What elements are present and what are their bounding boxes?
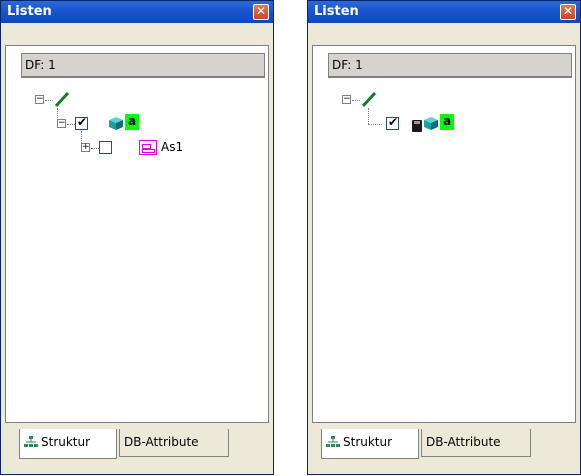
- df-divider: [328, 77, 572, 78]
- node-label-as1[interactable]: As1: [161, 140, 183, 154]
- expand-grandchild-button[interactable]: +: [81, 143, 90, 152]
- green-line-icon: [54, 91, 70, 108]
- tree-structure-icon: [326, 436, 340, 447]
- tree-structure-icon: [24, 436, 38, 447]
- tab-struktur-label: Struktur: [41, 435, 91, 449]
- tree-line: [67, 124, 75, 125]
- tab-db-attribute[interactable]: DB-Attribute: [421, 429, 531, 457]
- close-icon[interactable]: ✕: [253, 4, 269, 20]
- collapse-child-button[interactable]: −: [57, 119, 66, 128]
- listen-panel-right: Listen ✕ DF: 1 − ✔ a Struktur DB-Attribu…: [307, 0, 581, 475]
- tree-view[interactable]: − ✔ a: [328, 79, 572, 419]
- tab-strip: Struktur DB-Attribute: [308, 425, 580, 476]
- tab-struktur-label: Struktur: [343, 435, 393, 449]
- tab-strip: Struktur DB-Attribute: [1, 425, 273, 476]
- title-bar[interactable]: Listen ✕: [308, 1, 580, 23]
- tree-line: [91, 148, 99, 149]
- tree-line: [352, 100, 360, 101]
- tree-line: [45, 100, 53, 101]
- floppy-icon: [412, 120, 422, 132]
- cube-icon: [109, 117, 123, 130]
- tab-struktur[interactable]: Struktur: [321, 429, 419, 459]
- window-title: Listen: [7, 4, 52, 19]
- child-checkbox[interactable]: ✔: [75, 115, 88, 130]
- window-title: Listen: [314, 4, 359, 19]
- green-line-icon: [361, 91, 377, 108]
- tab-db-attribute[interactable]: DB-Attribute: [119, 429, 229, 457]
- collapse-root-button[interactable]: −: [35, 95, 44, 104]
- badge-a: a: [125, 114, 139, 130]
- listen-panel-left: Listen ✕ DF: 1 − − ✔ a + As1 Struktur DB…: [0, 0, 274, 475]
- collapse-root-button[interactable]: −: [342, 95, 351, 104]
- tree-line: [368, 108, 369, 124]
- tab-struktur[interactable]: Struktur: [19, 429, 117, 459]
- list-icon: [139, 140, 157, 155]
- df-header: DF: 1: [328, 53, 572, 77]
- close-icon[interactable]: ✕: [560, 4, 576, 20]
- badge-a: a: [440, 114, 454, 130]
- checkmark-icon: ✔: [388, 115, 399, 129]
- child-checkbox[interactable]: ✔: [386, 115, 399, 130]
- df-divider: [21, 77, 265, 78]
- grandchild-checkbox[interactable]: [99, 141, 112, 154]
- tree-line: [368, 124, 382, 125]
- checkmark-icon: ✔: [77, 115, 88, 129]
- tree-view[interactable]: − − ✔ a + As1: [21, 79, 265, 419]
- df-header: DF: 1: [21, 53, 265, 77]
- title-bar[interactable]: Listen ✕: [1, 1, 273, 23]
- cube-icon: [424, 117, 438, 130]
